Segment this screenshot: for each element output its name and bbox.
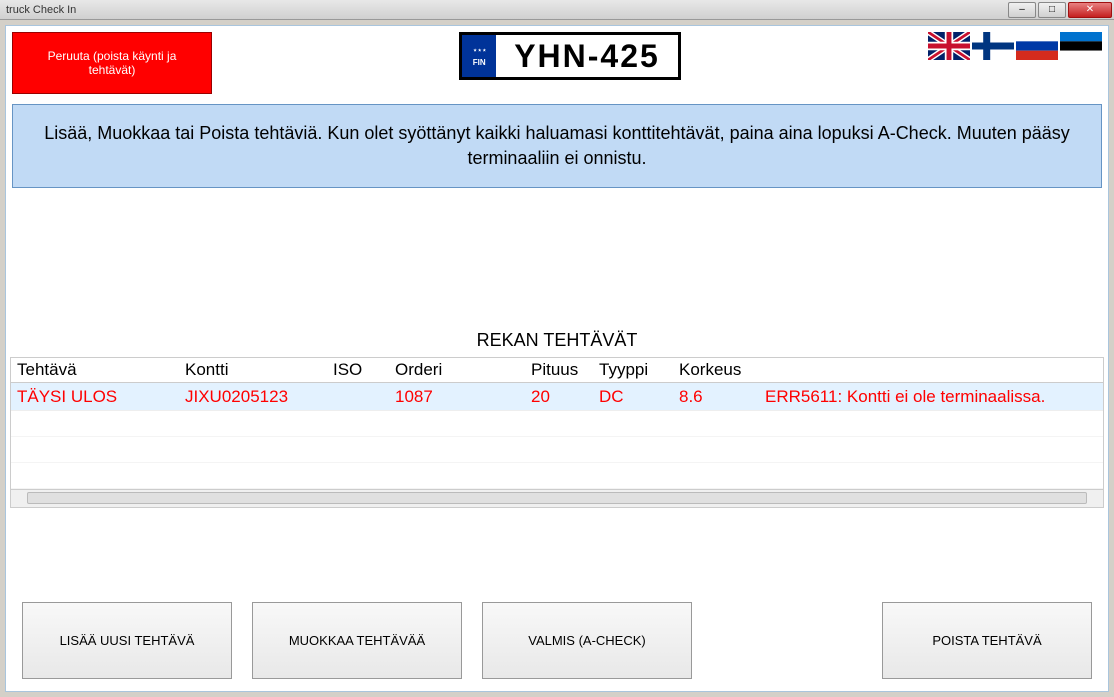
col-header-kontti[interactable]: Kontti <box>179 358 327 382</box>
cell-error: ERR5611: Kontti ei ole terminaalissa. <box>759 385 1103 409</box>
col-header-tyyppi[interactable]: Tyyppi <box>593 358 673 382</box>
maximize-button[interactable]: □ <box>1038 2 1066 18</box>
cell-kontti: JIXU0205123 <box>179 385 327 409</box>
bottom-button-bar: LISÄÄ UUSI TEHTÄVÄ MUOKKAA TEHTÄVÄÄ VALM… <box>6 602 1108 679</box>
horizontal-scrollbar[interactable] <box>11 489 1103 507</box>
tasks-grid: Tehtävä Kontti ISO Orderi Pituus Tyyppi … <box>10 357 1104 508</box>
spacer-area <box>6 194 1108 324</box>
flag-uk-icon[interactable] <box>928 32 970 60</box>
eu-stars-icon: ⋆⋆⋆ <box>472 45 486 56</box>
ready-acheck-button[interactable]: VALMIS (A-CHECK) <box>482 602 692 679</box>
edit-task-button[interactable]: MUOKKAA TEHTÄVÄÄ <box>252 602 462 679</box>
language-flags <box>928 32 1102 60</box>
grid-header: Tehtävä Kontti ISO Orderi Pituus Tyyppi … <box>11 358 1103 383</box>
cell-korkeus: 8.6 <box>673 385 759 409</box>
top-section: Peruuta (poista käynti ja tehtävät) ⋆⋆⋆ … <box>6 26 1108 94</box>
flag-russia-icon[interactable] <box>1016 32 1058 60</box>
close-button[interactable]: ✕ <box>1068 2 1112 18</box>
scrollbar-track[interactable] <box>27 492 1087 504</box>
cell-tehtava: TÄYSI ULOS <box>11 385 179 409</box>
col-header-tehtava[interactable]: Tehtävä <box>11 358 179 382</box>
cancel-button[interactable]: Peruuta (poista käynti ja tehtävät) <box>12 32 212 94</box>
plate-country-badge: ⋆⋆⋆ FIN <box>462 35 496 77</box>
tasks-table-section: REKAN TEHTÄVÄT Tehtävä Kontti ISO Orderi… <box>10 324 1104 508</box>
cell-orderi: 1087 <box>389 385 525 409</box>
table-title: REKAN TEHTÄVÄT <box>10 324 1104 357</box>
add-task-button[interactable]: LISÄÄ UUSI TEHTÄVÄ <box>22 602 232 679</box>
col-header-error <box>759 358 1103 382</box>
main-panel: Peruuta (poista käynti ja tehtävät) ⋆⋆⋆ … <box>5 25 1109 692</box>
table-row[interactable]: TÄYSI ULOS JIXU0205123 1087 20 DC 8.6 ER… <box>11 383 1103 411</box>
plate-country-code: FIN <box>473 58 486 67</box>
window-titlebar: truck Check In – □ ✕ <box>0 0 1114 20</box>
delete-task-button[interactable]: POISTA TEHTÄVÄ <box>882 602 1092 679</box>
window-controls: – □ ✕ <box>1008 2 1112 18</box>
col-header-iso[interactable]: ISO <box>327 358 389 382</box>
button-spacer <box>712 602 862 679</box>
cell-pituus: 20 <box>525 385 593 409</box>
table-empty-row <box>11 463 1103 489</box>
license-plate: ⋆⋆⋆ FIN YHN-425 <box>459 32 681 80</box>
plate-number: YHN-425 <box>496 35 678 77</box>
cell-tyyppi: DC <box>593 385 673 409</box>
flag-finland-icon[interactable] <box>972 32 1014 60</box>
cell-iso <box>327 395 389 399</box>
license-plate-area: ⋆⋆⋆ FIN YHN-425 <box>212 32 928 80</box>
table-empty-row <box>11 411 1103 437</box>
table-empty-row <box>11 437 1103 463</box>
instruction-box: Lisää, Muokkaa tai Poista tehtäviä. Kun … <box>12 104 1102 188</box>
window-title: truck Check In <box>2 4 76 16</box>
minimize-button[interactable]: – <box>1008 2 1036 18</box>
col-header-pituus[interactable]: Pituus <box>525 358 593 382</box>
flag-estonia-icon[interactable] <box>1060 32 1102 60</box>
col-header-orderi[interactable]: Orderi <box>389 358 525 382</box>
col-header-korkeus[interactable]: Korkeus <box>673 358 759 382</box>
